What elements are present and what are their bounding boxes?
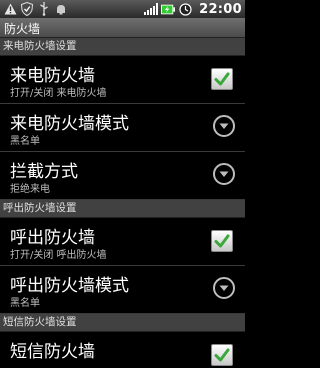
pref-title: 呼出防火墙模式 bbox=[10, 276, 129, 296]
chevron-down-icon[interactable] bbox=[213, 277, 235, 299]
shield-icon bbox=[20, 2, 34, 16]
outgoing-firewall-checkbox[interactable] bbox=[211, 230, 233, 252]
battery-charging-icon bbox=[161, 2, 176, 16]
signal-icon bbox=[144, 2, 159, 16]
pref-incoming-firewall[interactable]: 来电防火墙 打开/关闭 来电防火墙 bbox=[0, 56, 245, 104]
checkmark-icon bbox=[214, 72, 230, 86]
chevron-down-icon[interactable] bbox=[213, 163, 235, 185]
pref-block-method[interactable]: 拦截方式 拒绝来电 bbox=[0, 152, 245, 200]
title-bar: 防火墙 bbox=[0, 18, 245, 38]
pref-title: 呼出防火墙 bbox=[10, 228, 95, 248]
pref-summary: 打开/关闭 来电防火墙 bbox=[10, 88, 107, 99]
sms-firewall-checkbox[interactable] bbox=[211, 344, 233, 366]
pref-title: 来电防火墙模式 bbox=[10, 114, 129, 134]
checkmark-icon bbox=[214, 234, 230, 248]
alarm-icon bbox=[178, 2, 192, 16]
pref-title: 拦截方式 bbox=[10, 162, 78, 182]
pref-summary: 黑名单 bbox=[10, 298, 40, 309]
pref-summary: 打开/关闭 呼出防火墙 bbox=[10, 250, 107, 261]
pref-summary: 拒绝来电 bbox=[10, 184, 50, 195]
status-time: 22:00 bbox=[199, 1, 242, 17]
pref-outgoing-firewall[interactable]: 呼出防火墙 打开/关闭 呼出防火墙 bbox=[0, 218, 245, 266]
warning-icon bbox=[3, 2, 17, 16]
pref-outgoing-mode[interactable]: 呼出防火墙模式 黑名单 bbox=[0, 266, 245, 314]
checkmark-icon bbox=[214, 348, 230, 362]
pref-sms-firewall[interactable]: 短信防火墙 bbox=[0, 332, 245, 368]
usb-icon bbox=[37, 2, 51, 16]
page-title: 防火墙 bbox=[4, 22, 41, 36]
pref-summary: 黑名单 bbox=[10, 136, 40, 147]
section-header-sms: 短信防火墙设置 bbox=[0, 314, 245, 332]
preference-list[interactable]: 来电防火墙设置 来电防火墙 打开/关闭 来电防火墙 来电防火墙模式 黑名单 拦截… bbox=[0, 38, 245, 368]
pref-title: 来电防火墙 bbox=[10, 66, 95, 86]
section-header-incoming: 来电防火墙设置 bbox=[0, 38, 245, 56]
pref-incoming-mode[interactable]: 来电防火墙模式 黑名单 bbox=[0, 104, 245, 152]
incoming-firewall-checkbox[interactable] bbox=[211, 68, 233, 90]
notification-icon bbox=[54, 2, 68, 16]
status-bar: 22:00 bbox=[0, 0, 245, 18]
pref-title: 短信防火墙 bbox=[10, 342, 95, 362]
section-header-outgoing: 呼出防火墙设置 bbox=[0, 200, 245, 218]
chevron-down-icon[interactable] bbox=[213, 115, 235, 137]
